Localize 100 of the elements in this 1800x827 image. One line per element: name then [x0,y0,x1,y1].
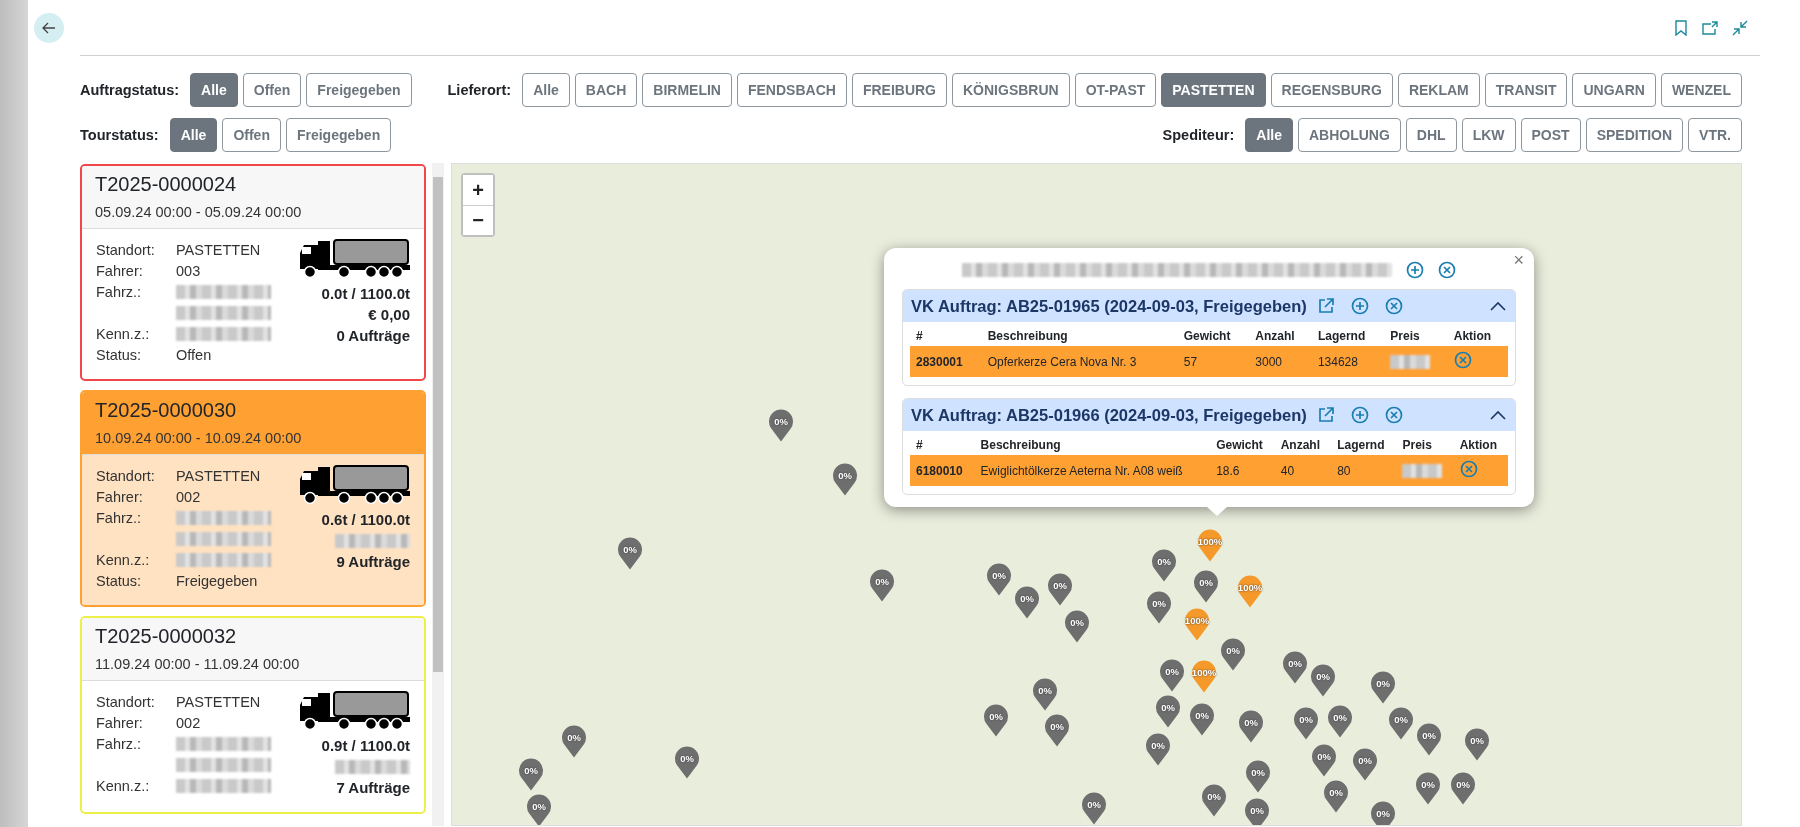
map-marker[interactable]: 0% [869,568,895,602]
filter-button[interactable]: WENZEL [1660,73,1742,107]
external-link-icon[interactable] [1316,297,1335,315]
filter-button[interactable]: PASTETTEN [1161,73,1266,107]
map-marker[interactable]: 0% [1245,759,1271,793]
map-marker[interactable]: 0% [526,793,552,825]
map-marker[interactable]: 0% [1014,585,1040,619]
filter-button[interactable]: Offen [222,118,281,152]
map-marker[interactable]: 0% [1370,800,1396,825]
filter-button[interactable]: DHL [1405,118,1457,152]
map-marker[interactable]: 0% [1193,569,1219,603]
map-marker[interactable]: 0% [1323,779,1349,813]
map-marker[interactable]: 0% [1416,722,1442,756]
map-marker[interactable]: 0% [1201,783,1227,817]
map-marker[interactable]: 0% [1450,771,1476,805]
map-marker[interactable]: 0% [1464,727,1490,761]
field-label: Kenn.z.: [96,551,151,568]
remove-icon[interactable] [1459,460,1478,478]
column-header: Preis [1384,326,1448,346]
filter-button[interactable]: REGENSBURG [1270,73,1393,107]
filter-button[interactable]: LKW [1461,118,1516,152]
map-marker[interactable]: 0% [1293,706,1319,740]
tour-id: T2025-0000030 [95,399,238,422]
map-marker[interactable]: 0% [1047,572,1073,606]
order-header[interactable]: VK Auftrag: AB25-01966 (2024-09-03, Freigegeben) [903,399,1515,431]
map-marker[interactable]: 0% [1159,658,1185,692]
add-icon[interactable] [1406,261,1424,279]
tour-card[interactable]: T2025-0000032 11.09.24 00:00 - 11.09.24 00:00 Standort: PASTETTEN Fahrer: 002 Fahrz.: Kenn.z.: 0.9t / 1100.0t 7 Aufträge [80,616,426,814]
chevron-up-icon[interactable] [1489,300,1507,312]
filter-button[interactable]: BIRMELIN [642,73,732,107]
add-icon[interactable] [1350,297,1369,315]
map-marker[interactable]: 0% [1220,637,1246,671]
map-marker[interactable]: 0% [1044,713,1070,747]
map-marker[interactable]: 0% [1352,747,1378,781]
map-marker[interactable]: 0% [1310,663,1336,697]
map-marker[interactable]: 0% [1189,702,1215,736]
filter-button[interactable]: Offen [242,73,302,107]
filter-button[interactable]: FENDSBACH [737,73,847,107]
map-marker[interactable]: 0% [983,703,1009,737]
back-button[interactable] [34,12,64,43]
filter-button[interactable]: REKLAM [1397,73,1480,107]
map-marker[interactable]: 0% [986,562,1012,596]
map-marker[interactable]: 0% [1244,797,1270,825]
map-marker[interactable]: 0% [768,408,794,442]
map-marker[interactable]: 0% [617,536,643,570]
map-marker[interactable]: 0% [1032,677,1058,711]
map-marker[interactable]: 0% [1081,791,1107,825]
map-marker[interactable]: 0% [518,757,544,791]
collapse-icon[interactable] [1732,19,1748,36]
tour-card[interactable]: T2025-0000024 05.09.24 00:00 - 05.09.24 00:00 Standort: PASTETTEN Fahrer: 003 Fahrz.: Kenn.z.: Status: Offen 0.0t / 1100.0t € 0,00 0 Aufträge [80,164,426,381]
filter-button[interactable]: OT-PAST [1074,73,1157,107]
remove-icon[interactable] [1384,297,1403,315]
filter-label: Tourstatus: [80,127,159,143]
tour-card[interactable]: T2025-0000030 10.09.24 00:00 - 10.09.24 00:00 Standort: PASTETTEN Fahrer: 002 Fahrz.: Kenn.z.: Status: Freigegeben 0.6t / 1100.0t 9 Aufträge [80,390,426,607]
map-marker[interactable]: 0% [1064,609,1090,643]
field-label: Fahrz.: [96,735,143,752]
add-icon[interactable] [1350,406,1369,424]
filter-button[interactable]: Alle [522,73,570,107]
remove-icon[interactable] [1384,406,1403,424]
map-marker[interactable]: 0% [1145,732,1171,766]
map-marker[interactable]: 0% [1238,709,1264,743]
map-marker[interactable]: 0% [1155,694,1181,728]
map-marker[interactable]: 0% [832,462,858,496]
filter-button[interactable]: FREIBURG [851,73,947,107]
map-marker[interactable]: 0% [674,745,700,779]
map-marker[interactable]: 0% [1282,650,1308,684]
filter-button[interactable]: Alle [1245,118,1293,152]
map-marker[interactable]: 0% [1146,590,1172,624]
filter-button[interactable]: ABHOLUNG [1297,118,1401,152]
share-icon[interactable] [1702,20,1718,35]
external-link-icon[interactable] [1316,406,1335,424]
remove-icon[interactable] [1438,261,1456,279]
column-header: Lagernd [1331,435,1397,455]
map-marker[interactable]: 0% [1388,706,1414,740]
tour-dates: 10.09.24 00:00 - 10.09.24 00:00 [95,430,303,446]
filter-button[interactable]: KÖNIGSBRUN [952,73,1070,107]
filter-button[interactable]: Alle [169,118,218,152]
filter-button[interactable]: Freigegeben [306,73,412,107]
zoom-out-button[interactable]: − [463,205,493,235]
map-marker[interactable]: 0% [1311,743,1337,777]
filter-button[interactable]: TRANSIT [1484,73,1568,107]
filter-button[interactable]: VTR. [1688,118,1742,152]
close-button[interactable]: × [1511,250,1526,271]
map-marker[interactable]: 0% [1327,704,1353,738]
chevron-up-icon[interactable] [1489,409,1507,421]
filter-button[interactable]: SPEDITION [1585,118,1684,152]
map-marker[interactable]: 0% [561,724,587,758]
bookmark-icon[interactable] [1674,19,1688,36]
filter-button[interactable]: POST [1520,118,1581,152]
map-marker[interactable]: 0% [1151,548,1177,582]
map-marker[interactable]: 0% [1415,771,1441,805]
filter-button[interactable]: UNGARN [1572,73,1656,107]
filter-button[interactable]: Alle [190,73,238,107]
field-label: Fahrz.: [96,283,143,300]
filter-button[interactable]: Freigegeben [285,118,392,152]
order-header[interactable]: VK Auftrag: AB25-01965 (2024-09-03, Freigegeben) [903,290,1515,322]
filter-button[interactable]: BACH [574,73,638,107]
scrollbar[interactable] [432,163,444,826]
remove-icon[interactable] [1453,351,1472,369]
map-marker[interactable]: 0% [1370,670,1396,704]
